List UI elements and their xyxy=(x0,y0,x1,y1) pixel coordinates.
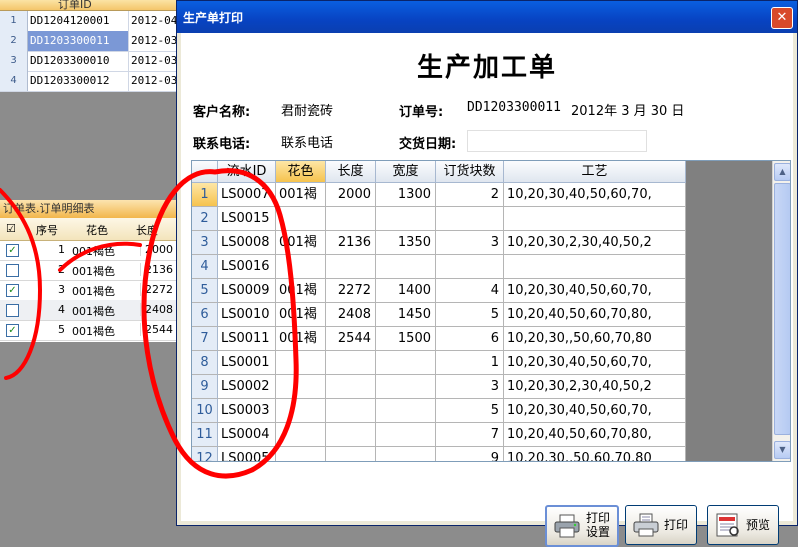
annotation-ellipse-mid xyxy=(58,241,142,272)
red-annotation-overlay xyxy=(0,168,299,479)
print-setup-label-2: 设置 xyxy=(585,525,610,539)
annotation-ellipse-left xyxy=(0,188,43,380)
annotation-ellipse-main xyxy=(141,168,299,479)
